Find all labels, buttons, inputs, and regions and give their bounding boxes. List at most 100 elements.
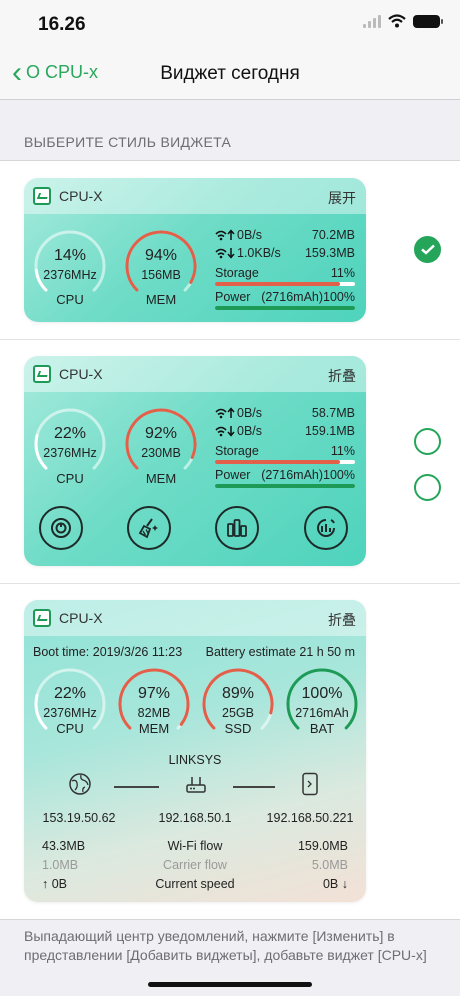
speed-test-icon [317,519,335,537]
storage-value: 11% [330,444,355,458]
mem-percent: 97% [137,685,171,702]
widget-style-row-2[interactable]: CPU-X 折叠 22% 2376MHz CPU 92% 230MB MEM 0… [0,340,460,583]
router-ip: 192.168.50.1 [158,811,232,825]
widget-style-row-3[interactable]: CPU-X 折叠 Boot time: 2019/3/26 11:23 Batt… [0,474,460,919]
checkmark-icon [421,244,435,255]
cpu-frequency: 2376MHz [43,706,97,720]
widget-name: CPU-X [59,610,103,626]
cpu-x-logo-icon [33,365,51,383]
upload-speed: 0B/s [237,228,263,242]
download-total: 159.3MB [304,246,355,260]
power-icon [51,518,71,538]
collapse-toggle[interactable]: 折叠 [328,366,356,386]
select-radio-3[interactable] [414,474,441,501]
ssd-used: 25GB [222,706,254,720]
upload-speed: 0B/s [237,406,263,420]
select-radio-1[interactable] [414,236,441,263]
widget-preview-detailed: CPU-X 折叠 Boot time: 2019/3/26 11:23 Batt… [24,600,366,902]
wifi-download-icon [215,248,235,259]
wifi-upload-icon [215,407,235,419]
bat-capacity: 2716mAh [295,706,349,720]
wifi-download-total: 159.0MB [297,839,348,853]
storage-bar [215,282,355,286]
storage-bar [215,460,355,464]
download-row: 1.0KB/s 159.3MB [215,246,355,261]
bat-percent: 100% [301,685,343,702]
mem-used: 230MB [141,446,181,460]
cpu-label: CPU [56,292,84,307]
widget-style-row-1[interactable]: CPU-X 展开 14% 2376MHz CPU 94% 156MB MEM 0… [0,161,460,339]
home-indicator [148,982,312,987]
status-bar: 16.26 [0,0,460,48]
router-icon [186,777,206,793]
cpu-label: CPU [56,471,84,486]
mem-percent: 92% [144,425,178,442]
footer-hint: Выпадающий центр уведомлений, нажмите [И… [24,928,427,963]
cellular-signal-icon [363,14,381,28]
storage-label: Storage [215,266,259,280]
power-value: (2716mAh)100% [261,290,355,304]
network-stats: 0B/s 58.7MB 0B/s 159.1MB Storage 11% Pow… [215,406,355,488]
upload-total: 58.7MB [311,406,355,420]
collapse-toggle[interactable]: 折叠 [328,610,356,630]
widget-header: CPU-X 折叠 [24,600,366,636]
carrier-download-total: 5.0MB [311,858,348,872]
select-radio-2[interactable] [414,428,441,455]
speed-test-button[interactable] [304,506,348,550]
expand-toggle[interactable]: 展开 [328,188,356,208]
storage-row: Storage 11% [215,266,355,281]
ssd-percent: 89% [221,685,255,702]
power-label: Power [215,468,251,482]
upload-row: 0B/s 70.2MB [215,228,355,243]
globe-icon [69,773,91,795]
clean-memory-button[interactable] [127,506,171,550]
wifi-upload-icon [215,229,235,241]
storage-row: Storage 11% [215,444,355,459]
apps-icon [227,519,247,537]
bat-label: BAT [309,721,335,736]
cpu-frequency: 2376MHz [43,268,97,282]
download-total: 159.1MB [304,424,355,438]
power-bar [215,484,355,488]
battery-icon [413,14,443,28]
mem-used: 82MB [137,706,171,720]
status-time: 16.26 [38,14,86,35]
power-bar [215,306,355,310]
wifi-download-icon [215,426,235,437]
mem-label: MEM [145,471,177,486]
cpu-frequency: 2376MHz [43,446,97,460]
section-header: ВЫБЕРИТЕ СТИЛЬ ВИДЖЕТА [24,134,232,150]
upload-row: 0B/s 58.7MB [215,406,355,421]
cpu-x-logo-icon [33,609,51,627]
network-stats: 0B/s 70.2MB 1.0KB/s 159.3MB Storage 11% … [215,228,355,310]
battery-estimate: Battery estimate 21 h 50 m [205,645,355,659]
device-ip: 192.168.50.221 [266,811,354,825]
mem-percent: 94% [144,247,178,264]
page-title: Виджет сегодня [160,63,300,84]
current-speed-label: Current speed [155,877,235,891]
wifi-icon [388,14,406,28]
arrow-down-icon: ↓ [341,877,348,891]
navigation-bar: ‹ О CPU-x Виджет сегодня [0,48,460,100]
download-speed: 1.0KB/s [237,246,281,260]
boot-time: Boot time: 2019/3/26 11:23 [33,645,183,659]
widget-preview-compact: CPU-X 展开 14% 2376MHz CPU 94% 156MB MEM 0… [24,178,366,322]
widget-style-list: CPU-X 展开 14% 2376MHz CPU 94% 156MB MEM 0… [0,160,460,920]
power-button[interactable] [39,506,83,550]
cpu-percent: 22% [53,685,87,702]
power-row: Power (2716mAh)100% [215,468,355,483]
mem-label: MEM [145,292,177,307]
apps-button[interactable] [215,506,259,550]
widget-preview-tools: CPU-X 折叠 22% 2376MHz CPU 92% 230MB MEM 0… [24,356,366,566]
download-row: 0B/s 159.1MB [215,424,355,439]
storage-value: 11% [330,266,355,280]
mem-used: 156MB [141,268,181,282]
widget-header: CPU-X 折叠 [24,356,366,392]
mem-label: MEM [138,721,170,736]
widget-name: CPU-X [59,366,103,382]
widget-name: CPU-X [59,188,103,204]
storage-label: Storage [215,444,259,458]
current-download-speed: 0B ↓ [322,877,348,891]
cpu-label: CPU [56,721,84,736]
power-value: (2716mAh)100% [261,468,355,482]
